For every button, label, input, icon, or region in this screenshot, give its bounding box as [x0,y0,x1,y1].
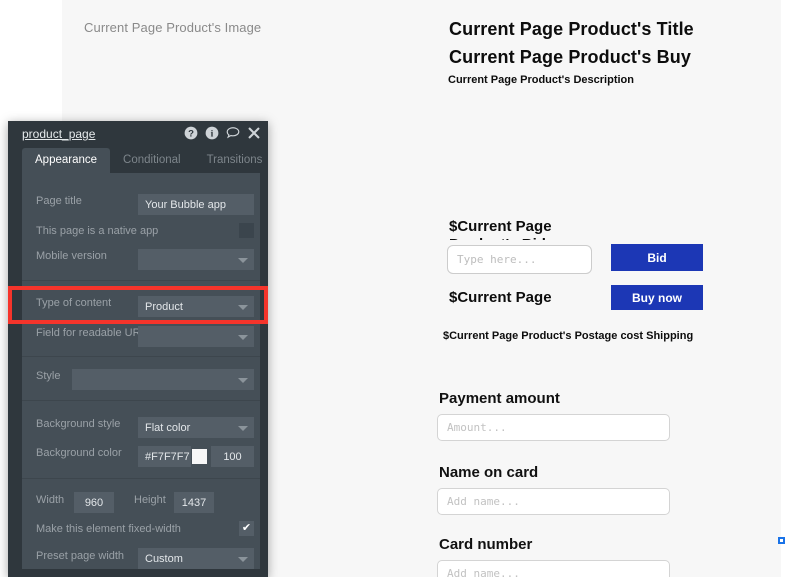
buy-now-button[interactable]: Buy now [611,285,703,310]
preset-page-width-label: Preset page width [36,550,125,562]
card-number-label: Card number [439,536,533,553]
svg-text:?: ? [188,129,194,140]
row-readable-url: Field for readable URL [36,327,148,339]
field-readable-url-label: Field for readable URL [36,327,147,339]
panel-header-icons: ? i [184,126,261,140]
height-input[interactable]: 1437 [174,492,214,513]
name-on-card-label: Name on card [439,464,539,481]
width-input[interactable]: 960 [74,492,114,513]
row-background-style: Background style [36,418,138,430]
background-color-label: Background color [36,447,122,459]
app-root: Current Page Product's Image Current Pag… [0,0,789,577]
row-fixed-width: Make this element fixed-width [36,523,226,535]
product-detail-column: Current Page Product's Title Current Pag… [387,0,781,577]
card-number-input[interactable] [437,560,670,577]
row-height: Height [134,494,174,506]
background-style-value: Flat color [145,421,191,434]
product-postage-text: $Current Page Product's Postage cost Shi… [443,330,694,342]
field-readable-url-select[interactable] [138,326,254,347]
product-description-text: Current Page Product's Description [448,74,634,86]
row-style: Style [36,370,72,382]
divider-2 [22,356,260,357]
check-icon: ✔ [241,522,252,534]
page-title-input[interactable] [138,194,254,215]
product-buy-now-price-heading: Current Page Product's Buy now price [449,47,691,67]
type-of-content-label: Type of content [36,297,112,309]
row-page-title: Page title [36,195,138,207]
panel-body: Page title This page is a native app Mob… [22,173,260,569]
row-type-of-content: Type of content [36,297,138,309]
width-label: Width [36,494,65,506]
panel-tabs: Appearance Conditional Transitions [22,148,275,173]
type-of-content-value: Product [145,300,183,313]
height-label: Height [134,494,166,506]
product-buy-price-text: $Current Page Product's Buy now price [449,289,552,309]
chevron-down-icon [238,377,248,383]
payment-amount-input[interactable] [437,414,670,441]
background-color-hex-value: #F7F7F7 [145,450,190,463]
bid-button[interactable]: Bid [611,244,703,271]
payment-amount-label: Payment amount [439,390,560,407]
native-app-label: This page is a native app [36,225,159,237]
page-title-label: Page title [36,195,82,207]
panel-title-link[interactable]: product_page [22,127,95,141]
background-color-hex-field[interactable]: #F7F7F7 [138,446,191,467]
type-of-content-select[interactable]: Product [138,296,254,317]
product-image-placeholder-label: Current Page Product's Image [84,20,262,35]
divider-4 [22,478,260,479]
svg-text:i: i [211,129,214,140]
help-icon[interactable]: ? [184,126,198,140]
product-bid-price-text: $Current Page Product's Bid price [449,218,552,240]
tab-conditional[interactable]: Conditional [110,148,194,173]
divider-1 [22,280,260,281]
preset-page-width-value: Custom [145,552,183,565]
bid-amount-input[interactable] [447,245,592,274]
name-on-card-input[interactable] [437,488,670,515]
row-mobile-version: Mobile version [36,250,138,262]
style-select[interactable] [72,369,254,390]
width-value: 960 [84,496,104,509]
chevron-down-icon [238,334,248,340]
tab-appearance[interactable]: Appearance [22,148,111,173]
info-icon[interactable]: i [205,126,219,140]
chevron-down-icon [238,556,248,562]
mobile-version-select[interactable] [138,249,254,270]
divider-3 [22,400,260,401]
product-title-text: Current Page Product's Title [449,19,694,39]
style-label: Style [36,370,61,382]
native-app-checkbox[interactable] [239,223,254,238]
canvas-resize-handle[interactable] [778,537,785,544]
fixed-width-label: Make this element fixed-width [36,523,181,535]
row-native-app: This page is a native app [36,225,226,237]
tab-transitions[interactable]: Transitions [194,148,276,173]
panel-header: product_page ? i [8,121,268,148]
background-style-label: Background style [36,418,121,430]
property-editor-panel: product_page ? i Appearance Conditional … [8,121,268,577]
chevron-down-icon [238,257,248,263]
background-style-select[interactable]: Flat color [138,417,254,438]
row-width-height: Width [36,494,74,506]
row-background-color: Background color [36,447,138,459]
background-color-swatch[interactable] [192,449,207,464]
close-icon[interactable] [247,126,261,140]
height-value: 1437 [181,496,207,509]
preset-page-width-select[interactable]: Custom [138,548,254,569]
mobile-version-label: Mobile version [36,250,107,262]
background-opacity-field[interactable]: 100 [211,446,254,467]
row-preset-page-width: Preset page width [36,550,138,562]
fixed-width-checkbox[interactable]: ✔ [239,521,254,536]
comment-icon[interactable] [226,126,240,140]
chevron-down-icon [238,304,248,310]
chevron-down-icon [238,425,248,431]
background-opacity-value: 100 [223,450,242,463]
